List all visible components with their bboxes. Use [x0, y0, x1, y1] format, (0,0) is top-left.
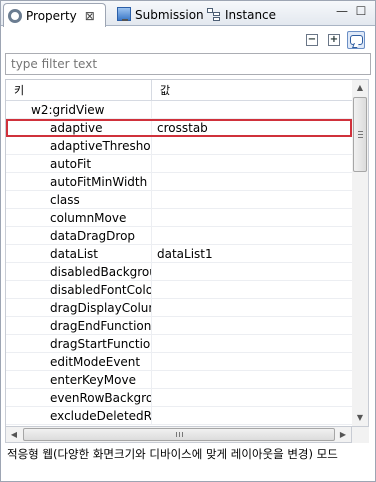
property-value[interactable]	[152, 371, 352, 388]
tab-label: Property	[26, 8, 77, 23]
view-toolbar: − +	[303, 29, 365, 51]
tab-bar: Property ⊠ Submission Instance — ☐	[1, 1, 375, 27]
property-value[interactable]	[152, 335, 352, 352]
property-key: autoFit	[6, 155, 152, 172]
scroll-right-arrow[interactable]: ▶	[335, 427, 351, 443]
expand-icon: +	[328, 34, 340, 46]
table-row[interactable]: excludeDeletedRov	[6, 407, 352, 425]
table-row[interactable]: evenRowBackgrour	[6, 389, 352, 407]
property-key: evenRowBackgrour	[6, 389, 152, 406]
column-header-key[interactable]: 키	[6, 80, 152, 100]
table-row[interactable]: columnMove	[6, 209, 352, 227]
filter-input[interactable]	[6, 54, 370, 74]
gear-icon	[8, 8, 22, 23]
scroll-up-arrow[interactable]: ▲	[352, 80, 368, 96]
tab-label: Instance	[225, 7, 277, 22]
table-row-group[interactable]: w2:gridView	[6, 101, 352, 119]
property-value[interactable]	[152, 281, 352, 298]
table-row[interactable]: enterKeyMove	[6, 371, 352, 389]
property-table: 키 값 w2:gridView adaptive crosstab adaptive…	[5, 79, 352, 427]
table-row[interactable]: autoFitMinWidth	[6, 173, 352, 191]
scroll-thumb[interactable]	[353, 97, 367, 172]
tab-instance[interactable]: Instance	[203, 3, 280, 26]
property-value[interactable]	[152, 137, 352, 154]
property-key: dataList	[6, 245, 152, 262]
table-row[interactable]: dragStartFunction	[6, 335, 352, 353]
table-header: 키 값	[6, 80, 352, 101]
property-key: editModeEvent	[6, 353, 152, 370]
table-row[interactable]: class	[6, 191, 352, 209]
group-label: w2:gridView	[6, 101, 152, 118]
property-value[interactable]: dataList1	[152, 245, 352, 262]
scroll-thumb-horizontal[interactable]	[23, 428, 335, 441]
property-value[interactable]	[152, 209, 352, 226]
scroll-down-arrow[interactable]: ▼	[352, 410, 368, 426]
instance-icon	[207, 7, 221, 22]
property-value[interactable]	[152, 317, 352, 334]
table-row[interactable]: dragDisplayColum	[6, 299, 352, 317]
maximize-button[interactable]: ☐	[354, 4, 368, 18]
property-key: dataDragDrop	[6, 227, 152, 244]
horizontal-scrollbar[interactable]: ◀ ▶	[5, 427, 352, 443]
property-value[interactable]	[152, 407, 352, 424]
property-key: dragDisplayColum	[6, 299, 152, 316]
table-row[interactable]: dataList dataList1	[6, 245, 352, 263]
table-row[interactable]: autoFit	[6, 155, 352, 173]
property-description: 적응형 웹(다양한 화면크기와 디바이스에 맞게 레이아웃을 변경) 모드	[7, 447, 338, 461]
property-value[interactable]	[152, 173, 352, 190]
column-header-value[interactable]: 값	[152, 80, 352, 100]
property-key: excludeDeletedRov	[6, 407, 152, 424]
property-key: disabledBackgroun	[6, 263, 152, 280]
table-row[interactable]: disabledBackgroun	[6, 263, 352, 281]
expand-all-button[interactable]: +	[325, 31, 343, 49]
table-row[interactable]: adaptiveThreshold	[6, 137, 352, 155]
property-value[interactable]	[152, 299, 352, 316]
table-row[interactable]: adaptive crosstab	[6, 119, 352, 137]
property-key: dragEndFunction	[6, 317, 152, 334]
property-value[interactable]	[152, 263, 352, 280]
filter-field[interactable]	[5, 53, 371, 75]
property-key: dragStartFunction	[6, 335, 152, 352]
minimize-button[interactable]: —	[335, 4, 349, 18]
property-key: adaptiveThreshold	[6, 137, 152, 154]
property-value[interactable]	[152, 353, 352, 370]
property-key: autoFitMinWidth	[6, 173, 152, 190]
property-value[interactable]	[152, 227, 352, 244]
show-description-button[interactable]	[347, 31, 365, 49]
table-row[interactable]: disabledFontColor	[6, 281, 352, 299]
monitor-icon	[117, 6, 131, 21]
close-icon[interactable]: ⊠	[85, 9, 95, 23]
property-value[interactable]: crosstab	[152, 119, 352, 136]
property-key: adaptive	[6, 119, 152, 136]
collapse-icon: −	[306, 34, 318, 46]
property-view: Property ⊠ Submission Instance — ☐ − + t…	[0, 0, 376, 482]
table-row[interactable]: dataDragDrop	[6, 227, 352, 245]
scrollbar-corner	[352, 427, 369, 443]
property-value[interactable]	[152, 191, 352, 208]
property-key: disabledFontColor	[6, 281, 152, 298]
property-key: enterKeyMove	[6, 371, 152, 388]
property-value[interactable]	[152, 155, 352, 172]
vertical-scrollbar[interactable]: ▲ ▼	[352, 79, 369, 427]
collapse-all-button[interactable]: −	[303, 31, 321, 49]
property-key: columnMove	[6, 209, 152, 226]
tab-label: Submission	[135, 7, 204, 22]
table-row[interactable]: editModeEvent	[6, 353, 352, 371]
property-value[interactable]	[152, 389, 352, 406]
tab-property[interactable]: Property ⊠	[3, 3, 106, 27]
property-key: class	[6, 191, 152, 208]
tab-submission[interactable]: Submission	[113, 3, 208, 26]
scroll-left-arrow[interactable]: ◀	[6, 427, 22, 443]
speech-bubble-icon	[349, 35, 363, 45]
table-row[interactable]: dragEndFunction	[6, 317, 352, 335]
